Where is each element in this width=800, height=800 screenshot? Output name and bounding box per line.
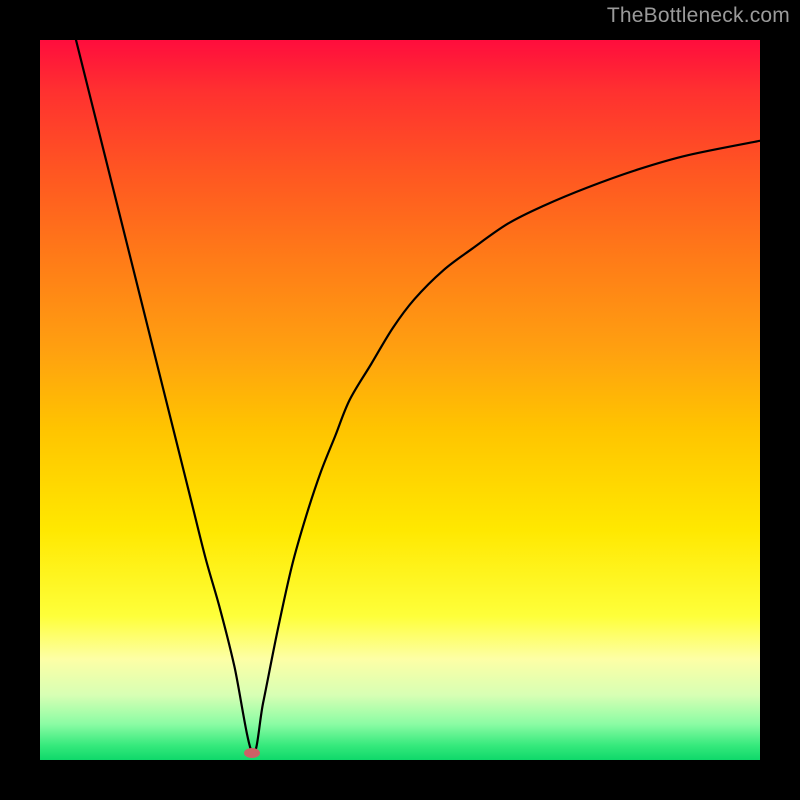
bottleneck-curve — [76, 40, 760, 753]
minimum-marker — [244, 748, 260, 758]
plot-area — [40, 40, 760, 760]
chart-container: TheBottleneck.com — [0, 0, 800, 800]
watermark-text: TheBottleneck.com — [607, 4, 790, 28]
curve-svg — [40, 40, 760, 760]
